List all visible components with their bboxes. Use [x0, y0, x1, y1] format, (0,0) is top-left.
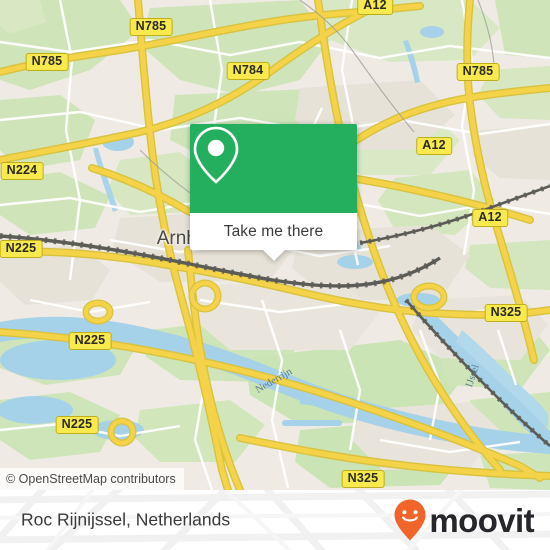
road-shield-n225-b: N225: [68, 332, 112, 350]
moovit-wordmark: moovit: [429, 501, 534, 539]
attribution-text: © OpenStreetMap contributors: [6, 472, 176, 486]
road-shield-n785-b: N785: [25, 53, 69, 71]
map-attribution[interactable]: © OpenStreetMap contributors: [0, 468, 184, 490]
popup-pointer-tail: [262, 250, 285, 261]
road-shield-n784: N784: [226, 62, 270, 80]
road-shield-n225-a: N225: [0, 240, 43, 258]
road-shield-a12-low: A12: [472, 209, 508, 227]
footer-bar: Roc Rijnijssel, Netherlands moovit: [0, 490, 550, 550]
road-shield-n325-a: N325: [484, 304, 528, 322]
location-title: Roc Rijnijssel, Netherlands: [21, 509, 231, 530]
road-shield-a12-mid: A12: [416, 137, 452, 155]
road-shield-n785-a: N785: [129, 18, 173, 36]
road-shield-a12-top: A12: [357, 0, 393, 15]
moovit-brand[interactable]: moovit: [393, 498, 535, 542]
road-shield-n225-c: N225: [55, 416, 99, 434]
road-shield-n224: N224: [0, 162, 44, 180]
map-screenshot: N785 N784 A12 N785 N785 A12 A12 N224 N22…: [0, 0, 550, 550]
road-shield-n325-b: N325: [341, 470, 385, 488]
map-canvas[interactable]: N785 N784 A12 N785 N785 A12 A12 N224 N22…: [0, 0, 550, 490]
popup-action-bar[interactable]: Take me there: [190, 213, 357, 261]
map-pin-icon: [193, 126, 239, 184]
moovit-smiley-pin-icon: [394, 499, 426, 541]
road-shield-n785-c: N785: [456, 63, 500, 81]
take-me-there-label: Take me there: [223, 222, 324, 240]
popup-header: [190, 124, 357, 213]
location-popup-card[interactable]: Take me there: [190, 124, 357, 261]
